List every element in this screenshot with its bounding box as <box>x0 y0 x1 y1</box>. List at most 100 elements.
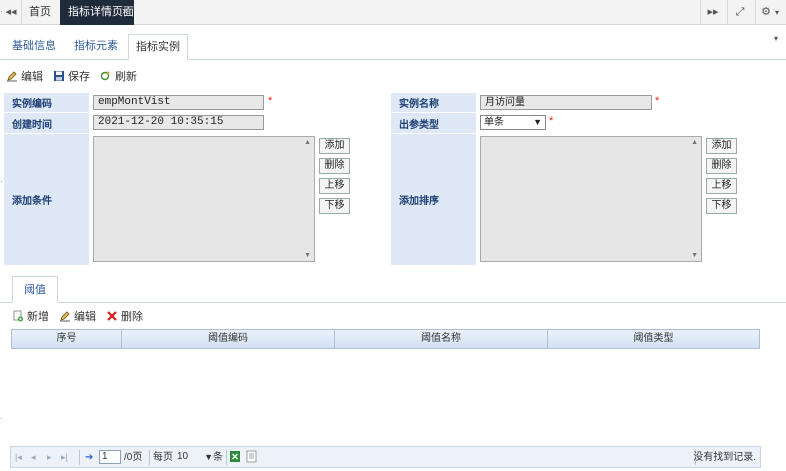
threshold-delete-button[interactable]: 删除 <box>106 308 143 324</box>
divider <box>755 0 756 25</box>
edit-label: 编辑 <box>21 71 43 83</box>
instance-code-label: 实例编码 <box>4 93 89 112</box>
add-sort-label: 添加排序 <box>391 134 476 265</box>
edit-pencil-icon <box>6 70 18 82</box>
refresh-button[interactable]: 刷新 <box>100 67 137 85</box>
add-sort-cell: ▲ ▼ 添加 删除 上移 下移 <box>477 134 781 265</box>
delete-x-icon <box>106 310 118 322</box>
output-type-value: 单条 <box>484 117 504 128</box>
export-excel-icon[interactable] <box>229 450 241 465</box>
edge-mark: · <box>0 6 3 16</box>
scroll-right-icon[interactable]: ▸▸ <box>703 0 723 25</box>
instance-name-cell: 月访问量 * <box>477 93 781 112</box>
detail-subtabs: 基础信息 指标元素 指标实例 ▾ <box>0 34 786 60</box>
instance-form: 实例编码 empMontVist * 实例名称 月访问量 * 创建时间 2021… <box>4 93 781 265</box>
divider <box>727 0 728 25</box>
output-type-select[interactable]: 单条 ▼ <box>480 115 546 130</box>
tab-indicator-instance[interactable]: 指标实例 <box>128 34 188 60</box>
condition-move-down-button[interactable]: 下移 <box>319 198 350 214</box>
required-mark: * <box>549 115 554 127</box>
settings-icon[interactable]: ⚙ <box>760 0 772 25</box>
condition-add-button[interactable]: 添加 <box>319 138 350 154</box>
prev-page-icon[interactable]: ◂ <box>31 450 36 465</box>
threshold-tabs: 阈值 <box>0 276 786 303</box>
chevron-down-icon: ▼ <box>204 452 213 462</box>
threshold-grid-header: 序号 阈值编码 阈值名称 阈值类型 <box>11 329 760 349</box>
threshold-delete-label: 删除 <box>121 311 143 323</box>
edit-button[interactable]: 编辑 <box>6 67 43 85</box>
tab-basic-info[interactable]: 基础信息 <box>4 34 64 60</box>
instance-name-label: 实例名称 <box>391 93 476 112</box>
threshold-add-button[interactable]: 新增 <box>12 308 49 324</box>
page-total: /0页 <box>124 452 143 463</box>
tab-indicator-elements[interactable]: 指标元素 <box>66 34 126 60</box>
create-time-cell: 2021-12-20 10:35:15 <box>90 113 389 133</box>
threshold-edit-label: 编辑 <box>74 311 96 323</box>
condition-move-up-button[interactable]: 上移 <box>319 178 350 194</box>
go-page-icon[interactable]: ➔ <box>85 450 93 465</box>
tab-indicator-detail[interactable]: 指标详情页面 × <box>60 0 134 25</box>
save-label: 保存 <box>68 71 90 83</box>
export-document-icon[interactable] <box>246 450 257 465</box>
scroll-up-icon[interactable]: ▲ <box>691 139 698 146</box>
next-page-icon[interactable]: ▸ <box>47 450 52 465</box>
condition-delete-button[interactable]: 删除 <box>319 158 350 174</box>
subtabs-dropdown-icon[interactable]: ▾ <box>774 34 778 43</box>
sort-list-box[interactable]: ▲ ▼ <box>480 136 702 262</box>
scroll-down-icon[interactable]: ▼ <box>304 252 311 259</box>
sort-move-down-button[interactable]: 下移 <box>706 198 737 214</box>
per-page-suffix: 条 <box>213 452 223 463</box>
add-document-icon <box>12 310 24 322</box>
last-page-icon[interactable]: ▸| <box>61 450 68 465</box>
column-header-index[interactable]: 序号 <box>12 330 122 348</box>
output-type-cell: 单条 ▼ * <box>477 113 781 133</box>
sort-move-up-button[interactable]: 上移 <box>706 178 737 194</box>
save-disk-icon <box>53 70 65 82</box>
page-number-input[interactable]: 1 <box>99 450 121 464</box>
instance-name-input[interactable]: 月访问量 <box>480 95 652 110</box>
top-tab-bar: ◂◂ 首页 指标详情页面 × ▸▸ ⤢ ⚙ ▾ <box>0 0 786 25</box>
per-page-value: 10 <box>177 451 189 462</box>
required-mark: * <box>655 95 660 107</box>
per-page-prefix: 每页 <box>153 452 173 463</box>
add-condition-cell: ▲ ▼ 添加 删除 上移 下移 <box>90 134 389 265</box>
refresh-label: 刷新 <box>115 71 137 83</box>
per-page-select[interactable]: 10 ▼ <box>177 450 213 464</box>
first-page-icon[interactable]: |◂ <box>15 450 22 465</box>
instance-code-input[interactable]: empMontVist <box>93 95 264 110</box>
sort-add-button[interactable]: 添加 <box>706 138 737 154</box>
expand-icon[interactable]: ⤢ <box>730 0 750 25</box>
save-button[interactable]: 保存 <box>53 67 90 85</box>
edge-mark: · <box>0 413 3 423</box>
scroll-down-icon[interactable]: ▼ <box>691 252 698 259</box>
divider <box>226 450 227 465</box>
edit-pencil-icon <box>59 310 71 322</box>
threshold-edit-button[interactable]: 编辑 <box>59 308 96 324</box>
pager-status: 没有找到记录. <box>693 452 756 463</box>
threshold-toolbar: 新增 编辑 删除 <box>12 308 143 324</box>
output-type-label: 出参类型 <box>391 113 476 133</box>
divider <box>700 0 701 25</box>
sort-delete-button[interactable]: 删除 <box>706 158 737 174</box>
divider <box>79 450 80 465</box>
required-mark: * <box>268 95 273 107</box>
scroll-left-icon[interactable]: ◂◂ <box>2 0 20 25</box>
create-time-input[interactable]: 2021-12-20 10:35:15 <box>93 115 264 130</box>
add-condition-label: 添加条件 <box>4 134 89 265</box>
scroll-up-icon[interactable]: ▲ <box>304 139 311 146</box>
create-time-label: 创建时间 <box>4 113 89 133</box>
instance-code-cell: empMontVist * <box>90 93 389 112</box>
column-header-name[interactable]: 阈值名称 <box>335 330 548 348</box>
instance-toolbar: 编辑 保存 刷新 <box>6 67 137 85</box>
tab-threshold[interactable]: 阈值 <box>12 276 58 303</box>
refresh-icon <box>100 70 112 82</box>
threshold-add-label: 新增 <box>27 311 49 323</box>
column-header-code[interactable]: 阈值编码 <box>122 330 335 348</box>
close-tab-icon[interactable]: × <box>122 0 128 25</box>
column-header-type[interactable]: 阈值类型 <box>548 330 759 348</box>
condition-list-box[interactable]: ▲ ▼ <box>93 136 315 262</box>
tab-home[interactable]: 首页 <box>22 0 58 25</box>
chevron-down-icon: ▼ <box>533 117 542 127</box>
settings-dropdown-icon[interactable]: ▾ <box>772 0 782 25</box>
grid-pager: |◂ ◂ ▸ ▸| ➔ 1 /0页 每页 10 ▼ 条 没有找到记录. <box>10 446 761 468</box>
